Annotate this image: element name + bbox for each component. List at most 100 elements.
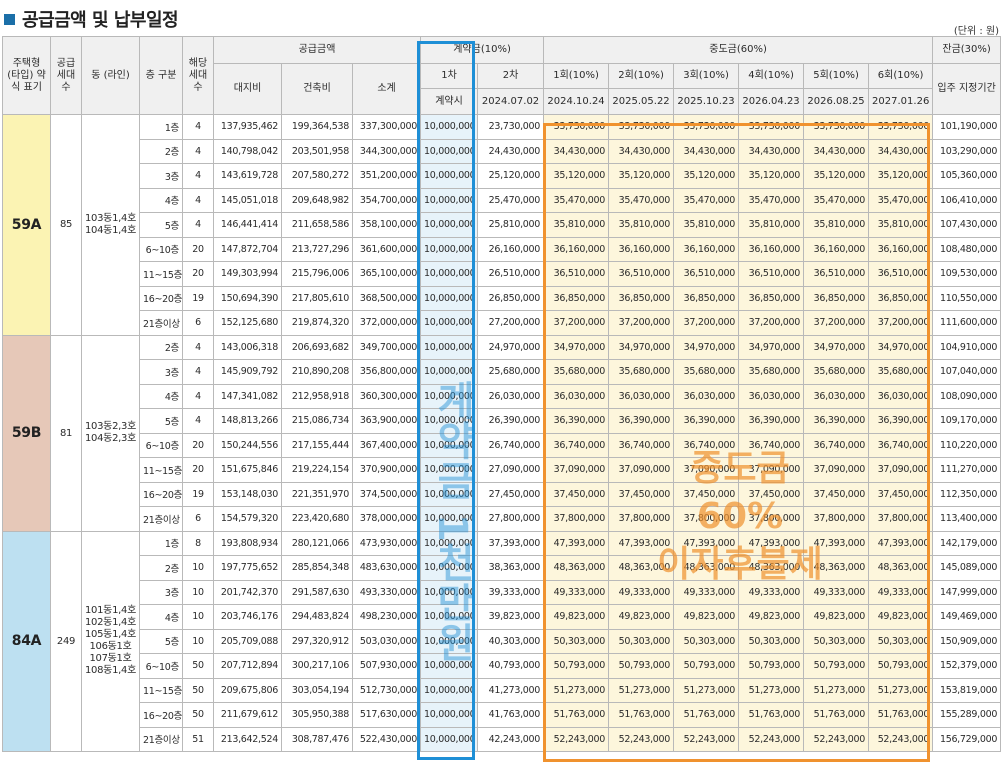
middle-payment-cell: 50,303,000 — [543, 628, 610, 654]
middle-payment-cell: 33,730,000 — [673, 114, 740, 140]
middle-payment-cell: 52,243,000 — [543, 726, 610, 752]
floor-cell: 4층 — [139, 187, 183, 213]
middle-payment-cell: 36,160,000 — [738, 236, 805, 262]
land-cost-cell: 150,694,390 — [213, 285, 282, 311]
households-cell: 50 — [182, 653, 214, 679]
header-second: 2차 — [477, 63, 545, 89]
middle-payment-cell: 52,243,000 — [738, 726, 805, 752]
land-cost-cell: 151,675,846 — [213, 457, 282, 483]
middle-payment-cell: 37,200,000 — [673, 310, 740, 336]
header-subtotal: 소계 — [351, 63, 422, 115]
middle-payment-cell: 50,793,000 — [543, 653, 610, 679]
balance-cell: 155,289,000 — [932, 702, 1002, 728]
building-cost-cell: 285,854,348 — [281, 555, 353, 581]
land-cost-cell: 193,808,934 — [213, 530, 282, 556]
middle-payment-cell: 35,470,000 — [738, 187, 805, 213]
middle-payment-cell: 33,730,000 — [738, 114, 805, 140]
contract-first-cell: 10,000,000 — [420, 383, 479, 409]
floor-cell: 4층 — [139, 383, 183, 409]
header-middle-6: 6회(10%) — [868, 63, 934, 89]
subtotal-cell: 360,300,000 — [351, 383, 422, 409]
middle-payment-cell: 35,680,000 — [738, 359, 805, 385]
middle-payment-cell: 35,470,000 — [868, 187, 934, 213]
middle-payment-cell: 47,393,000 — [608, 530, 675, 556]
middle-payment-cell: 36,510,000 — [608, 261, 675, 287]
middle-payment-cell: 49,823,000 — [803, 604, 870, 630]
middle-payment-cell: 35,120,000 — [868, 163, 934, 189]
subtotal-cell: 363,900,000 — [351, 408, 422, 434]
contract-first-cell: 10,000,000 — [420, 187, 479, 213]
middle-payment-cell: 36,850,000 — [868, 285, 934, 311]
middle-payment-cell: 37,200,000 — [803, 310, 870, 336]
contract-first-cell: 10,000,000 — [420, 261, 479, 287]
middle-payment-cell: 51,273,000 — [738, 677, 805, 703]
middle-payment-cell: 37,090,000 — [673, 457, 740, 483]
contract-second-cell: 27,090,000 — [477, 457, 545, 483]
balance-cell: 105,360,000 — [932, 163, 1002, 189]
middle-payment-cell: 35,120,000 — [803, 163, 870, 189]
middle-payment-cell: 36,740,000 — [608, 432, 675, 458]
balance-cell: 109,170,000 — [932, 408, 1002, 434]
unit-note: (단위 : 원) — [953, 26, 999, 37]
households-cell: 4 — [182, 138, 214, 164]
middle-payment-cell: 36,390,000 — [543, 408, 610, 434]
contract-first-cell: 10,000,000 — [420, 726, 479, 752]
table-row: 4층 4 147,341,082 212,958,918 360,300,000 10,0… — [3, 383, 1002, 409]
subtotal-cell: 368,500,000 — [351, 285, 422, 311]
balance-cell: 107,430,000 — [932, 212, 1002, 238]
table-row: 11~15층 20 151,675,846 219,224,154 370,900,00… — [3, 457, 1002, 483]
floor-cell: 5층 — [139, 212, 183, 238]
balance-cell: 153,819,000 — [932, 677, 1002, 703]
middle-payment-cell: 51,763,000 — [608, 702, 675, 728]
households-cell: 4 — [182, 359, 214, 385]
floor-cell: 21층이상 — [139, 310, 183, 336]
table-row: 11~15층 50 209,675,806 303,054,194 512,730,00… — [3, 677, 1002, 703]
middle-payment-cell: 35,680,000 — [868, 359, 934, 385]
header-middle-4: 4회(10%) — [738, 63, 805, 89]
header-households: 해당 세대 수 — [182, 36, 214, 115]
middle-payment-cell: 48,363,000 — [608, 555, 675, 581]
middle-payment-cell: 51,273,000 — [803, 677, 870, 703]
middle-payment-cell: 35,120,000 — [608, 163, 675, 189]
contract-second-cell: 38,363,000 — [477, 555, 545, 581]
subtotal-cell: 517,630,000 — [351, 702, 422, 728]
building-cost-cell: 212,958,918 — [281, 383, 353, 409]
land-cost-cell: 203,746,176 — [213, 604, 282, 630]
middle-payment-cell: 36,850,000 — [543, 285, 610, 311]
floor-cell: 11~15층 — [139, 457, 183, 483]
contract-first-cell: 10,000,000 — [420, 114, 479, 140]
subtotal-cell: 493,330,000 — [351, 579, 422, 605]
contract-second-cell: 24,970,000 — [477, 334, 545, 360]
building-cost-cell: 305,950,388 — [281, 702, 353, 728]
middle-payment-cell: 49,333,000 — [738, 579, 805, 605]
table-row: 16~20층 19 153,148,030 221,351,970 374,500,00… — [3, 481, 1002, 507]
header-middle: 중도금(60%) — [543, 36, 934, 64]
building-cost-cell: 308,787,476 — [281, 726, 353, 752]
table-row: 5층 4 148,813,266 215,086,734 363,900,000 10,0… — [3, 408, 1002, 434]
subtotal-cell: 370,900,000 — [351, 457, 422, 483]
middle-payment-cell: 35,810,000 — [673, 212, 740, 238]
middle-payment-cell: 36,390,000 — [868, 408, 934, 434]
subtotal-cell: 349,700,000 — [351, 334, 422, 360]
middle-payment-cell: 33,730,000 — [608, 114, 675, 140]
building-cost-cell: 210,890,208 — [281, 359, 353, 385]
floor-cell: 16~20층 — [139, 285, 183, 311]
header-move-in: 입주 지정기간 — [932, 63, 1002, 115]
contract-first-cell: 10,000,000 — [420, 285, 479, 311]
middle-payment-cell: 49,333,000 — [803, 579, 870, 605]
contract-second-cell: 26,160,000 — [477, 236, 545, 262]
middle-payment-cell: 37,200,000 — [608, 310, 675, 336]
contract-first-cell: 10,000,000 — [420, 432, 479, 458]
middle-payment-cell: 35,810,000 — [868, 212, 934, 238]
middle-payment-cell: 48,363,000 — [868, 555, 934, 581]
middle-payment-cell: 51,273,000 — [608, 677, 675, 703]
building-cost-cell: 217,155,444 — [281, 432, 353, 458]
building-cost-cell: 219,874,320 — [281, 310, 353, 336]
table-row: 21층이상 6 152,125,680 219,874,320 372,000,000 1… — [3, 310, 1002, 336]
type-cell: 84A — [2, 530, 51, 752]
subtotal-cell: 483,630,000 — [351, 555, 422, 581]
balance-cell: 101,190,000 — [932, 114, 1002, 140]
contract-first-cell: 10,000,000 — [420, 163, 479, 189]
land-cost-cell: 140,798,042 — [213, 138, 282, 164]
building-cost-cell: 199,364,538 — [281, 114, 353, 140]
